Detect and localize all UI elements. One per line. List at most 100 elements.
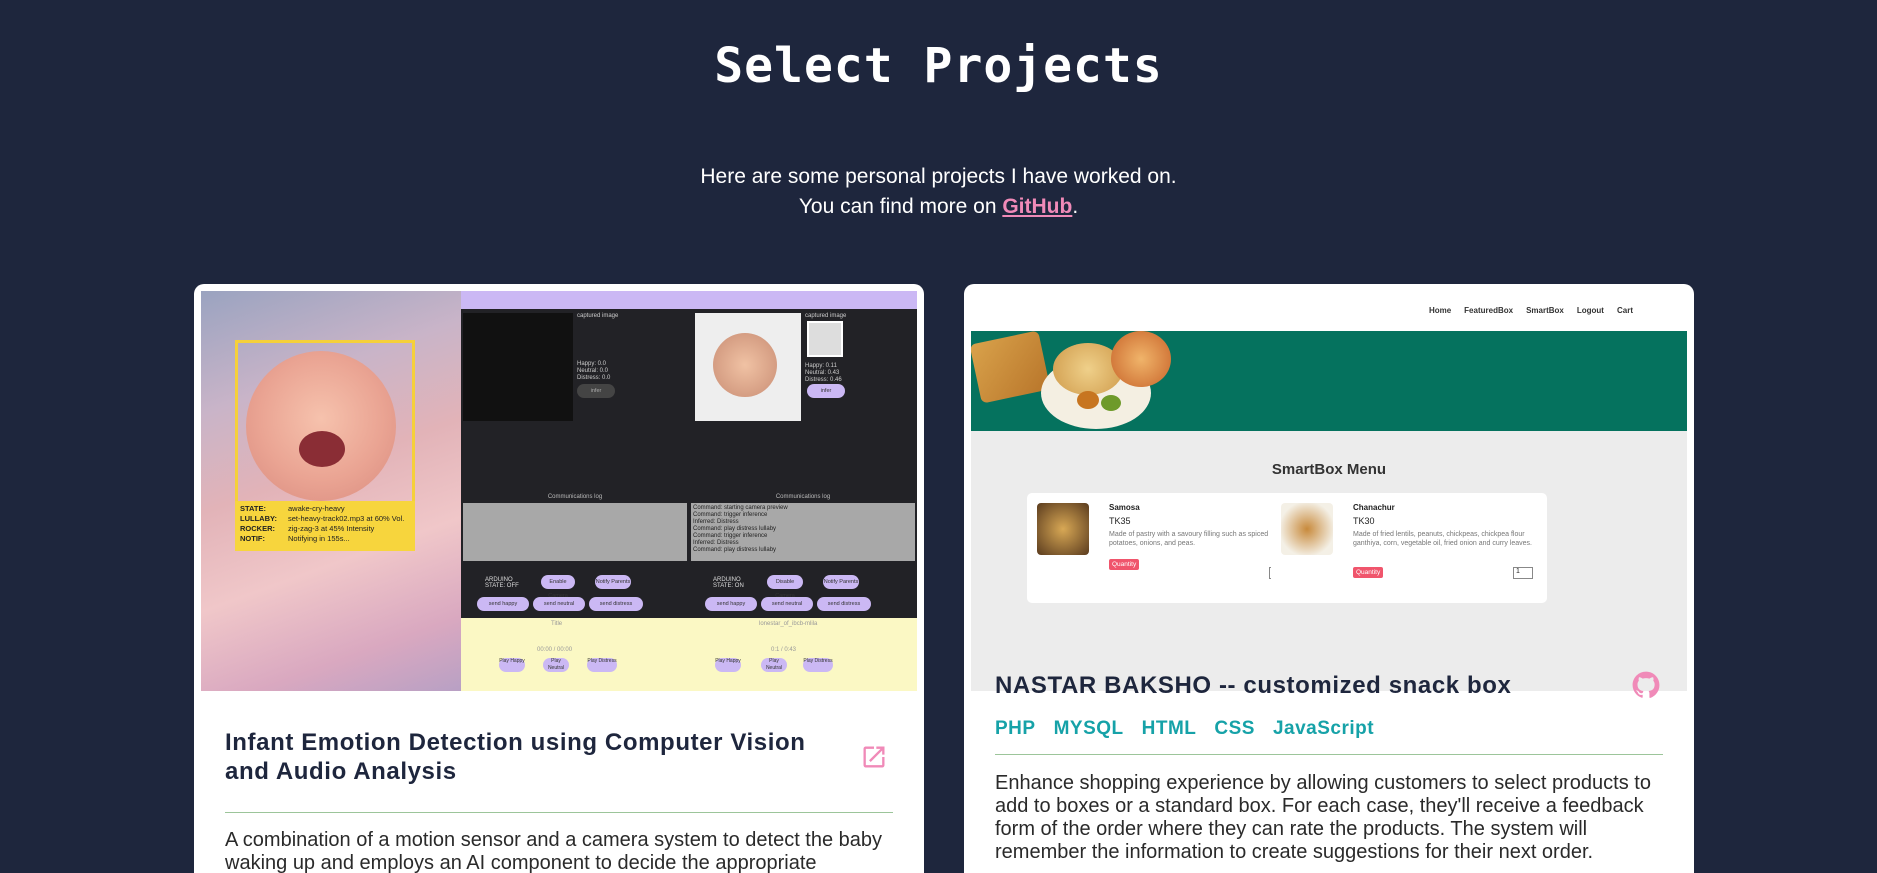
log-line: Command: trigger inference — [693, 512, 768, 518]
description-line-2: waking up and employs an AI component to… — [225, 852, 817, 873]
comm-log-title: Communications log — [547, 494, 603, 500]
menu-item-card: Chanachur TK30 Made of fried lentils, pe… — [1271, 493, 1547, 603]
notify-parents-button[interactable]: Notify Parents — [823, 575, 859, 589]
captured-thumbnail — [807, 321, 843, 357]
menu-section: SmartBox Menu Samosa TK35 Made of pastry… — [971, 431, 1687, 691]
happy-score: Happy: 0.11 — [805, 363, 837, 369]
quantity-input[interactable]: 1 — [1513, 567, 1533, 579]
captured-face — [713, 333, 777, 397]
github-link[interactable]: GitHub — [1002, 195, 1072, 218]
comm-log-title: Communications log — [775, 494, 831, 500]
enable-camera-button[interactable]: Enable Camera — [541, 575, 575, 599]
project-card-snackbox: Home FeaturedBox SmartBox Logout Cart Sm… — [964, 284, 1694, 873]
item-description: Made of pastry with a savoury filling su… — [1109, 531, 1269, 547]
player-title: lonestar_of_ibcb-mlila — [759, 621, 818, 627]
chutney-bowl — [1101, 395, 1121, 411]
send-distress-button[interactable]: send distress — [589, 597, 643, 611]
project-title: NASTAR BAKSHO -- customized snack box — [995, 672, 1512, 699]
audio-player: lonestar_of_ibcb-mlila 0:1 / 0:43 Play H… — [689, 618, 917, 691]
item-name: Chanachur — [1353, 503, 1395, 512]
item-description: Made of fried lentils, peanuts, chickpea… — [1353, 531, 1532, 547]
description-line-1: A combination of a motion sensor and a c… — [225, 829, 883, 851]
captured-image-label: captured image — [577, 313, 619, 319]
send-happy-button[interactable]: send happy — [477, 597, 529, 611]
divider — [225, 812, 893, 813]
camera-preview — [463, 313, 573, 421]
tag-javascript: JavaScript — [1272, 718, 1375, 739]
tag-php: PHP — [995, 718, 1036, 739]
notif-value: Notifying in 155s... — [288, 534, 350, 543]
intro-prefix: You can find more on — [798, 195, 1003, 218]
arduino-state: ARDUINO STATE: OFF — [485, 577, 519, 589]
nav-cart[interactable]: Cart — [1617, 306, 1633, 315]
quantity-badge: Quantity — [1109, 559, 1140, 570]
rocker-label: ROCKER: — [240, 524, 275, 533]
log-line: Command: starting camera preview — [693, 505, 788, 511]
play-happy-button[interactable]: Play Happy — [499, 658, 525, 672]
tag-css: CSS — [1214, 718, 1255, 739]
neutral-score: Neutral: 0.0 — [577, 368, 609, 374]
intro-line-1: Here are some personal projects I have w… — [700, 165, 1177, 188]
item-thumbnail — [1281, 503, 1333, 555]
project-description: Enhance shopping experience by allowing … — [995, 772, 1675, 864]
menu-item-card: Samosa TK35 Made of pastry with a savour… — [1027, 493, 1303, 603]
send-distress-button[interactable]: send distress — [817, 597, 871, 611]
project-screenshot: Home FeaturedBox SmartBox Logout Cart Sm… — [971, 291, 1687, 691]
intro-suffix: . — [1072, 195, 1079, 218]
item-price: TK35 — [1109, 516, 1131, 526]
play-distress-button[interactable]: Play Distress — [803, 658, 833, 672]
description-line-4: remember the information to create sugge… — [995, 841, 1594, 863]
send-neutral-button[interactable]: send neutral — [761, 597, 813, 611]
description-line-1: Enhance shopping experience by allowing … — [995, 772, 1651, 794]
status-bar — [461, 291, 689, 309]
app-screen-left: captured image Happy: 0.0 Neutral: 0.0 D… — [461, 291, 689, 691]
intro-text: Here are some personal projects I have w… — [0, 162, 1877, 222]
food-banner — [971, 331, 1687, 431]
github-icon[interactable] — [1632, 671, 1660, 699]
state-value: awake-cry-heavy — [288, 504, 345, 513]
send-happy-button[interactable]: send happy — [705, 597, 757, 611]
baby-photo: STATE: awake-cry-heavy LULLABY: set-heavy-… — [201, 291, 461, 691]
audio-player: Title 00:00 / 00:00 Play Happy Play Neut… — [461, 618, 689, 691]
log-line: Inferred: Distress — [693, 540, 739, 546]
nav-smartbox[interactable]: SmartBox — [1526, 306, 1564, 315]
play-neutral-button[interactable]: Play Neutral — [761, 658, 787, 672]
log-line: Command: play distress lullaby — [693, 547, 777, 553]
item-thumbnail — [1037, 503, 1089, 555]
scores: Happy: 0.0 Neutral: 0.0 Distress: 0.0 — [577, 361, 610, 382]
nav-logout[interactable]: Logout — [1577, 306, 1604, 315]
state-label: STATE: — [240, 504, 266, 513]
project-card-infant: STATE: awake-cry-heavy LULLABY: set-heavy-… — [194, 284, 924, 873]
play-happy-button[interactable]: Play Happy — [715, 658, 741, 672]
page-title: Select Projects — [714, 38, 1163, 94]
nav-home[interactable]: Home — [1429, 306, 1451, 315]
comm-log-box: Command: starting camera preview Command… — [691, 503, 915, 561]
lullaby-label: LULLABY: — [240, 514, 277, 523]
face-detection-box — [235, 340, 415, 508]
play-distress-button[interactable]: Play Distress — [587, 658, 617, 672]
site-nav: Home FeaturedBox SmartBox Logout Cart — [971, 291, 1687, 331]
infer-button[interactable]: infer — [577, 384, 615, 398]
detection-label: STATE: awake-cry-heavy LULLABY: set-heavy-… — [235, 501, 415, 551]
external-link-icon[interactable] — [860, 743, 888, 771]
send-neutral-button[interactable]: send neutral — [533, 597, 585, 611]
distress-score: Distress: 0.46 — [805, 377, 842, 383]
log-line: Command: trigger inference — [693, 533, 768, 539]
disable-camera-button[interactable]: Disable Camera — [767, 575, 803, 599]
notify-parents-button[interactable]: Notify Parents — [595, 575, 631, 589]
samosa-image — [971, 331, 1051, 404]
project-title-line-1: Infant Emotion Detection using Computer … — [225, 729, 806, 756]
scores: Happy: 0.11 Neutral: 0.43 Distress: 0.46 — [805, 363, 842, 384]
player-time: 00:00 / 00:00 — [537, 647, 573, 653]
play-neutral-button[interactable]: Play Neutral — [543, 658, 569, 672]
captured-image-label: captured image — [805, 313, 847, 319]
captured-baby-photo — [695, 313, 801, 421]
nav-links: Home FeaturedBox SmartBox Logout Cart — [1429, 306, 1633, 315]
lullaby-value: set-heavy-track02.mp3 at 60% Vol. — [288, 514, 405, 523]
nav-featuredbox[interactable]: FeaturedBox — [1464, 306, 1513, 315]
description-line-3: form of the order where they can rate th… — [995, 818, 1588, 840]
app-screen-right: captured image Happy: 0.11 Neutral: 0.43… — [689, 291, 917, 691]
chutney-bowl — [1077, 391, 1099, 409]
intro-line-2: You can find more on GitHub. — [0, 192, 1877, 222]
infer-button[interactable]: infer — [807, 384, 845, 398]
